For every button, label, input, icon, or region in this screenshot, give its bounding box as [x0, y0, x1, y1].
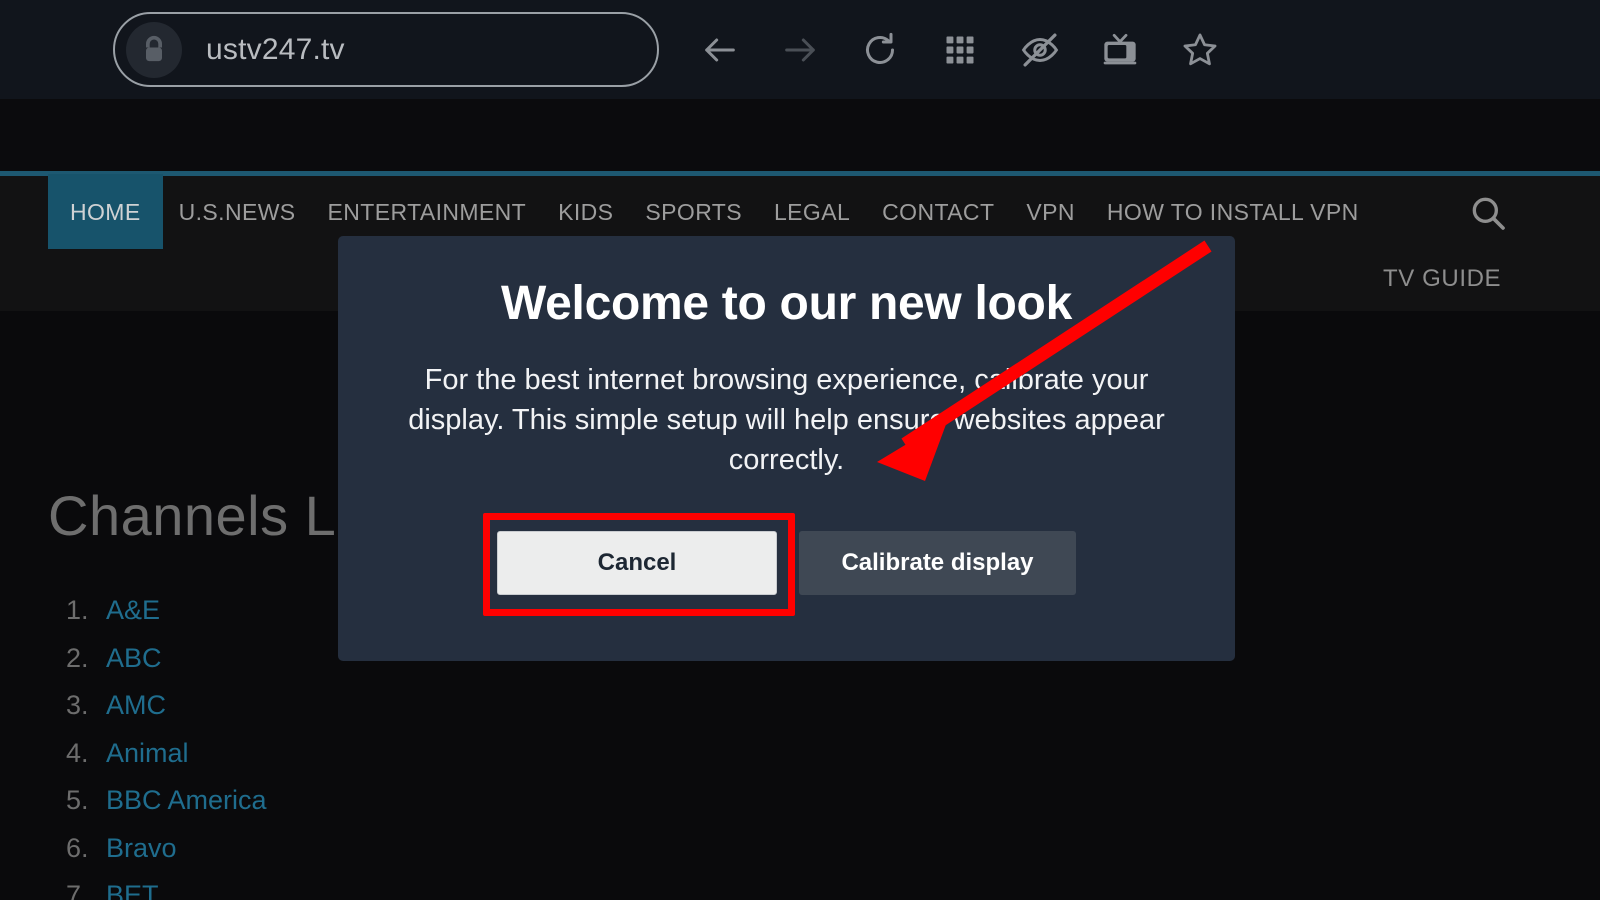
channel-link[interactable]: ABC	[106, 643, 162, 674]
modal-title: Welcome to our new look	[501, 277, 1072, 330]
lock-icon	[126, 21, 182, 78]
calibrate-button-label: Calibrate display	[841, 549, 1034, 576]
search-icon[interactable]	[1468, 193, 1508, 233]
channel-link[interactable]: Animal	[106, 738, 189, 769]
nav-label: HOW TO INSTALL VPN	[1106, 199, 1359, 225]
list-item-number: 6.	[66, 832, 89, 863]
list-item[interactable]: 4. Animal	[66, 738, 309, 786]
list-item[interactable]: 2. ABC	[66, 643, 309, 691]
channels-list: 1. A&E 2. ABC 3. AMC 4. Animal 5. BBC Am…	[66, 595, 309, 900]
star-icon[interactable]	[1160, 0, 1240, 99]
nav-label: SPORTS	[645, 199, 742, 225]
channel-link[interactable]: Bravo	[106, 833, 177, 864]
apps-grid-icon[interactable]	[920, 0, 1000, 99]
address-bar[interactable]: ustv247.tv	[113, 12, 659, 87]
list-item[interactable]: 6. Bravo	[66, 833, 309, 881]
url-text: ustv247.tv	[206, 32, 345, 66]
list-item-number: 2.	[66, 642, 89, 673]
nav-label: KIDS	[558, 199, 614, 225]
nav-label: CONTACT	[882, 199, 995, 225]
modal-body-text: For the best internet browsing experienc…	[408, 364, 1165, 476]
welcome-modal: Welcome to our new look For the best int…	[338, 236, 1235, 661]
nav-item-us-news[interactable]: U.S.NEWS	[163, 176, 312, 249]
channel-link[interactable]: BBC America	[106, 785, 267, 816]
list-item-number: 4.	[66, 737, 89, 768]
calibrate-display-button[interactable]: Calibrate display	[799, 531, 1076, 595]
screen: ustv247.tv HOME U.S.NEWS ENTERTAINMENT K…	[0, 0, 1600, 900]
nav-label: U.S.NEWS	[178, 199, 296, 225]
list-item-number: 7.	[66, 880, 89, 900]
tv-icon[interactable]	[1080, 0, 1160, 99]
page-header-spacer	[0, 99, 1600, 171]
list-item-number: 5.	[66, 785, 89, 815]
modal-button-row: Cancel Calibrate display	[338, 531, 1235, 595]
cancel-button[interactable]: Cancel	[497, 531, 777, 595]
toolbar-icon-group	[680, 0, 1240, 99]
list-item[interactable]: 5. BBC America	[66, 785, 309, 833]
list-item[interactable]: 1. A&E	[66, 595, 309, 643]
list-item-number: 3.	[66, 690, 89, 720]
nav-item-home[interactable]: HOME	[48, 173, 163, 252]
reload-icon[interactable]	[840, 0, 920, 99]
nav-label: VPN	[1026, 199, 1075, 225]
nav-label: ENTERTAINMENT	[327, 199, 527, 225]
forward-icon[interactable]	[760, 0, 840, 99]
channel-link[interactable]: BET	[106, 880, 159, 900]
nav-label: LEGAL	[773, 199, 851, 225]
list-item[interactable]: 7. BET	[66, 880, 309, 900]
cancel-button-label: Cancel	[597, 549, 677, 576]
channel-link[interactable]: AMC	[106, 690, 166, 721]
browser-toolbar: ustv247.tv	[0, 0, 1600, 99]
eye-slash-icon[interactable]	[1000, 0, 1080, 99]
back-icon[interactable]	[680, 0, 760, 99]
list-item-number: 1.	[66, 595, 89, 625]
channel-link[interactable]: A&E	[106, 595, 160, 626]
list-item[interactable]: 3. AMC	[66, 690, 309, 738]
tv-guide-label[interactable]: TV GUIDE	[1383, 265, 1501, 293]
nav-label: HOME	[70, 199, 141, 225]
